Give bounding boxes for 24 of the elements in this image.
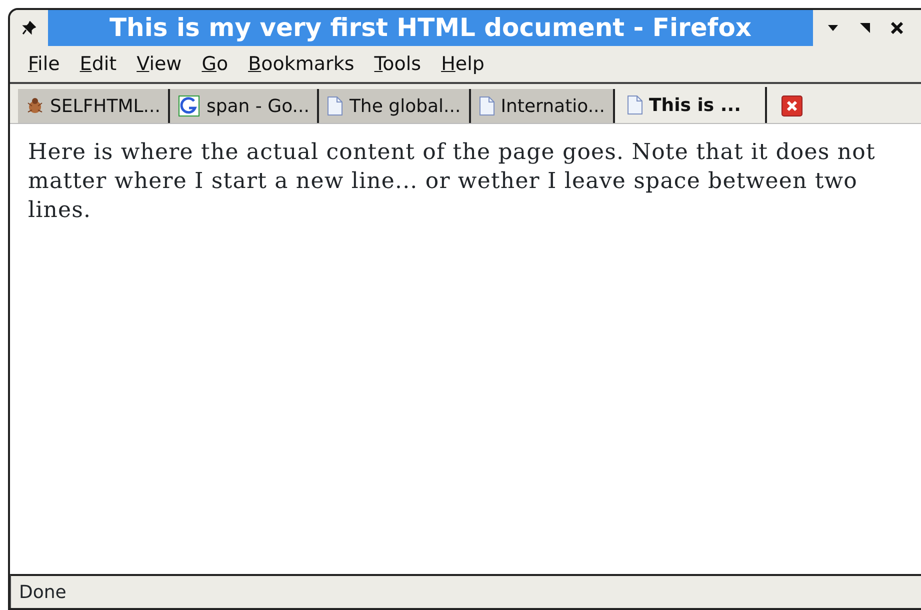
menu-item[interactable]: View	[126, 50, 192, 78]
close-tab-icon[interactable]	[780, 95, 803, 117]
menu-item[interactable]: Help	[431, 50, 494, 78]
browser-tab[interactable]: span - Go...	[170, 89, 320, 123]
page-icon	[627, 95, 643, 115]
menu-item[interactable]: Edit	[70, 50, 127, 78]
window-title: This is my very first HTML document - Firefox	[48, 10, 813, 46]
menu-item[interactable]: Tools	[364, 50, 432, 78]
pin-icon[interactable]	[22, 21, 36, 35]
browser-tab[interactable]: SELFHTML...	[18, 89, 170, 123]
status-text: Done	[19, 582, 66, 603]
page-icon	[327, 96, 344, 116]
page-paragraph: Here is where the actual content of the page goes. Note that it does not matter where I start a new line... or wether I leave space between two lines.	[28, 139, 876, 225]
bug-icon	[26, 97, 44, 115]
menu-arrow-icon[interactable]	[827, 24, 839, 32]
close-icon[interactable]	[891, 22, 903, 34]
maximize-icon[interactable]	[859, 22, 871, 34]
menu-item[interactable]: Go	[192, 50, 238, 78]
page-icon	[478, 96, 495, 116]
browser-tab[interactable]: The global...	[319, 89, 471, 123]
browser-tab[interactable]: Internatio...	[470, 89, 615, 123]
letter-g-icon	[178, 95, 200, 117]
menu-item[interactable]: File	[18, 50, 70, 78]
menu-item[interactable]: Bookmarks	[238, 50, 364, 78]
